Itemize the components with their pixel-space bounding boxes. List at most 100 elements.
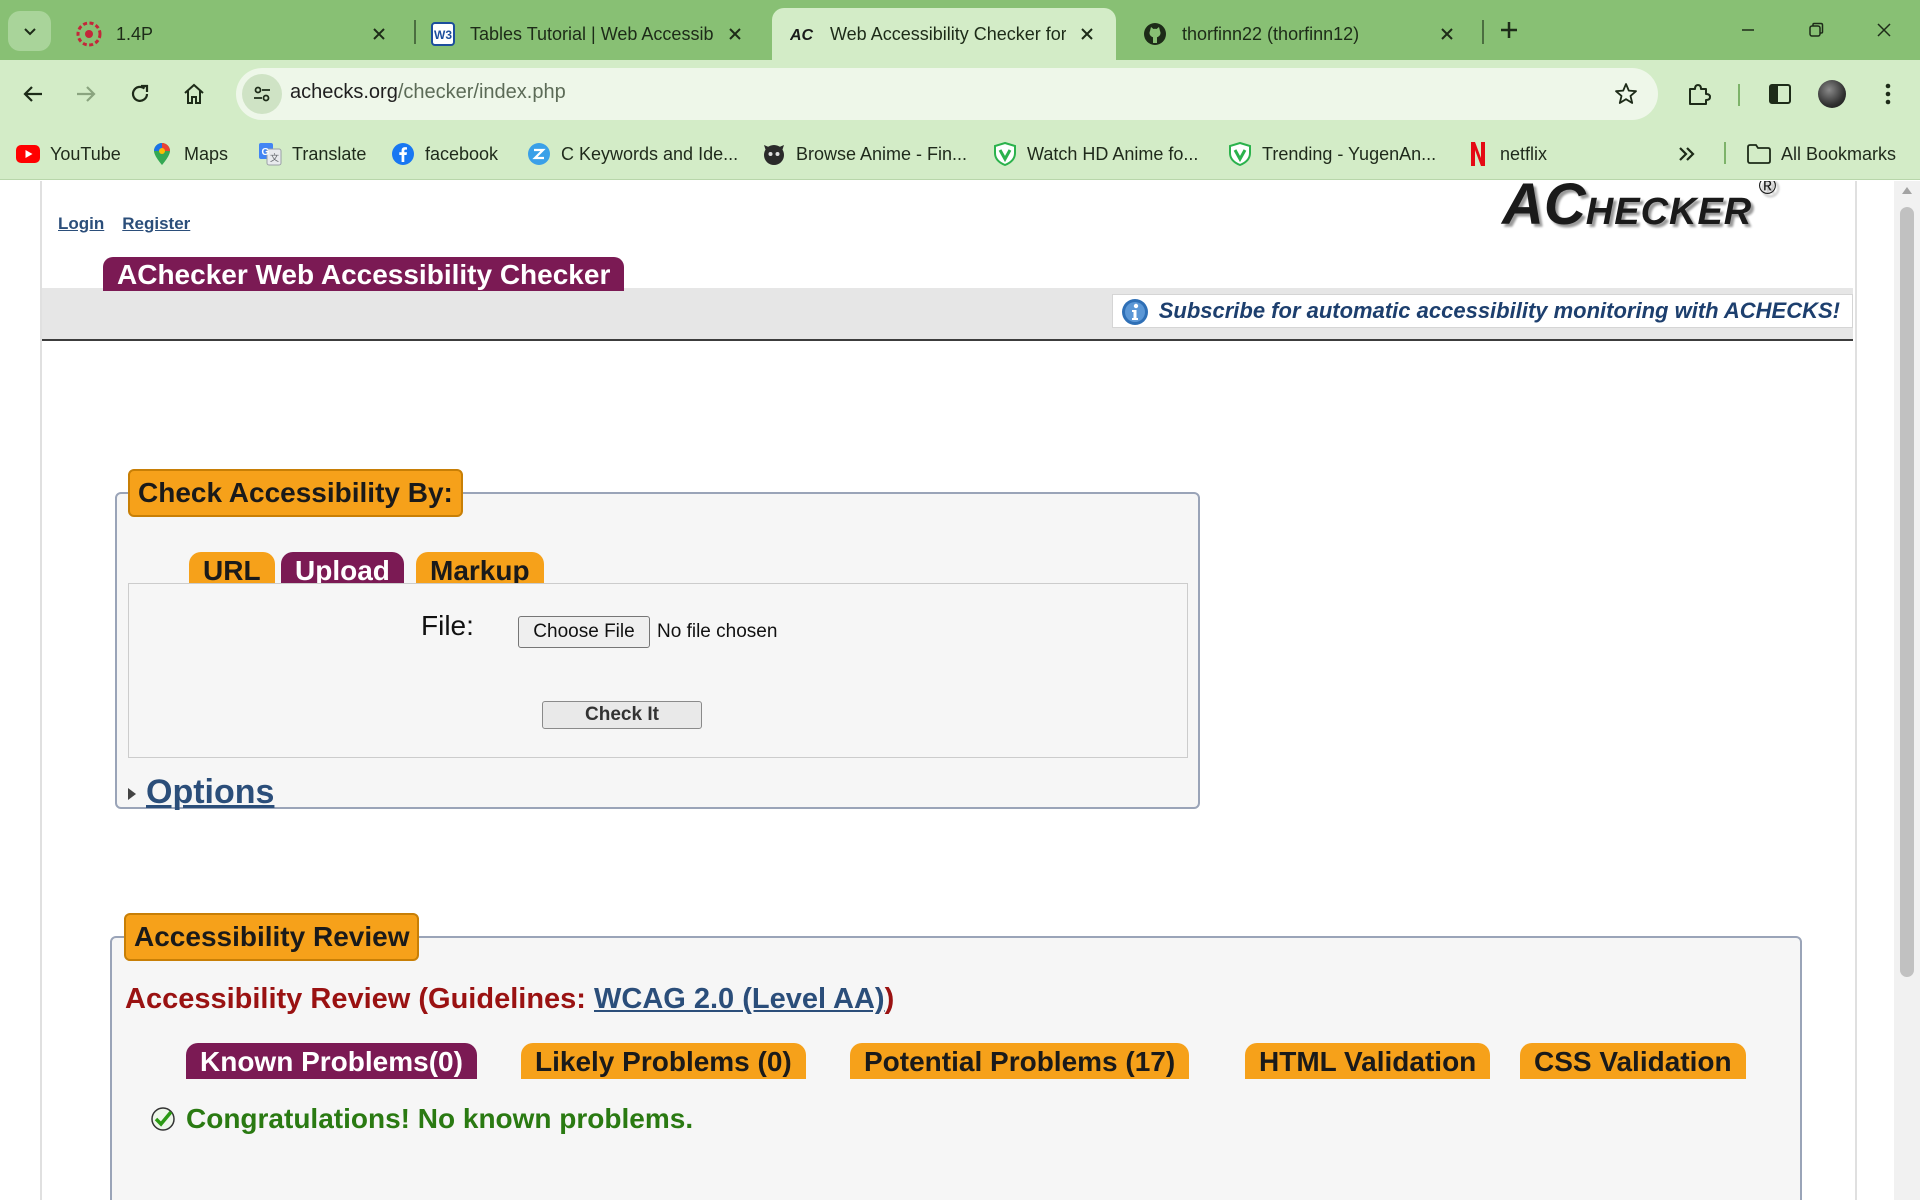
bookmark-label: facebook [425, 143, 499, 164]
bookmark-facebook[interactable]: facebook [391, 138, 498, 170]
bookmark-star-button[interactable] [1612, 80, 1640, 108]
review-heading: Accessibility Review (Guidelines: WCAG 2… [125, 983, 894, 1016]
forward-button[interactable] [66, 74, 106, 114]
tab-4[interactable]: thorfinn22 (thorfinn12) [1124, 8, 1476, 60]
folder-icon [1747, 142, 1771, 166]
close-icon[interactable] [1076, 23, 1098, 45]
tab-known-problems[interactable]: Known Problems(0) [186, 1043, 477, 1079]
file-status: No file chosen [657, 621, 778, 642]
bookmark-label: YouTube [50, 143, 121, 164]
guideline-link[interactable]: WCAG 2.0 (Level AA) [594, 983, 885, 1015]
bookmark-maps[interactable]: Maps [150, 138, 228, 170]
options-link[interactable]: Options [146, 773, 274, 811]
menu-button[interactable] [1868, 74, 1908, 114]
github-icon [1142, 21, 1168, 47]
star-icon [1615, 83, 1637, 104]
tab-search-button[interactable] [8, 11, 51, 51]
close-icon[interactable] [1436, 23, 1458, 45]
login-link[interactable]: Login [58, 214, 104, 233]
arrow-left-icon [23, 86, 42, 102]
home-icon [184, 83, 204, 104]
bookmark-c-keywords[interactable]: C Keywords and Ide... [527, 138, 738, 170]
minimize-button[interactable] [1728, 12, 1768, 48]
scroll-thumb[interactable] [1900, 207, 1914, 977]
minimize-icon [1742, 29, 1754, 31]
tab-html-validation[interactable]: HTML Validation [1245, 1043, 1491, 1079]
site-info-button[interactable] [242, 74, 282, 114]
auth-links: Login Register [58, 214, 208, 234]
back-button[interactable] [13, 74, 53, 114]
restore-button[interactable] [1796, 12, 1836, 48]
bookmark-youtube[interactable]: YouTube [16, 138, 121, 170]
tab-title: Web Accessibility Checker for W [830, 23, 1066, 44]
facebook-icon [391, 142, 415, 166]
tab-css-validation[interactable]: CSS Validation [1520, 1043, 1746, 1079]
bookmark-label: C Keywords and Ide... [561, 143, 739, 164]
subscribe-banner[interactable]: Subscribe for automatic accessibility mo… [1111, 294, 1853, 328]
bookmark-label: netflix [1500, 143, 1548, 164]
bookmark-translate[interactable]: G文 Translate [258, 138, 366, 170]
upload-panel: File: Choose File No file chosen Check I… [128, 583, 1188, 758]
address-bar[interactable]: achecks.org/checker/index.php [236, 68, 1658, 120]
extensions-button[interactable] [1679, 74, 1719, 114]
url-text[interactable]: achecks.org/checker/index.php [290, 81, 566, 104]
anime-site-icon [762, 142, 786, 166]
puzzle-icon [1689, 84, 1711, 105]
translate-icon: G文 [258, 142, 282, 166]
subscribe-text: Subscribe for automatic accessibility mo… [1158, 298, 1840, 323]
check-by-legend: Check Accessibility By: [128, 469, 463, 517]
bookmark-browse-anime[interactable]: Browse Anime - Fin... [762, 138, 967, 170]
bookmark-label: Trending - YugenAn... [1262, 143, 1437, 164]
all-bookmarks-button[interactable]: All Bookmarks [1747, 138, 1896, 170]
bookmark-label: Watch HD Anime fo... [1027, 143, 1199, 164]
close-icon [1877, 23, 1891, 37]
bookmarks-overflow-button[interactable] [1676, 138, 1696, 170]
logo-big-text: AC [1502, 181, 1586, 237]
tab-title: Tables Tutorial | Web Accessibility [470, 23, 714, 44]
site-title: AChecker Web Accessibility Checker [103, 257, 625, 291]
tab-title: 1.4P [116, 23, 154, 44]
bookmark-label: Browse Anime - Fin... [796, 143, 968, 164]
header-bar: Subscribe for automatic accessibility mo… [42, 288, 1853, 341]
bookmark-netflix[interactable]: netflix [1466, 138, 1547, 170]
double-chevron-right-icon [1679, 147, 1695, 161]
svg-text:G: G [262, 147, 270, 158]
svg-text:文: 文 [270, 152, 279, 163]
tab-3-active[interactable]: AC Web Accessibility Checker for W [772, 8, 1116, 60]
bookmark-watch-hd-anime[interactable]: Watch HD Anime fo... [993, 138, 1198, 170]
tab-title: thorfinn22 (thorfinn12) [1182, 23, 1360, 44]
register-link[interactable]: Register [122, 214, 190, 233]
w3c-icon: W3 [430, 21, 456, 47]
page-viewport: Login Register ACHECKER ® Subscribe for au… [0, 181, 1920, 1200]
tab-1[interactable]: 1.4P [58, 8, 408, 60]
profile-avatar[interactable] [1818, 80, 1846, 108]
choose-file-button[interactable]: Choose File [518, 616, 650, 648]
url-path: /checker/index.php [397, 81, 566, 103]
registered-mark: ® [1758, 181, 1776, 200]
bookmark-label: Maps [184, 143, 229, 164]
restore-icon [1809, 22, 1824, 37]
new-tab-button[interactable] [1493, 14, 1525, 46]
chevron-down-icon [23, 28, 36, 36]
tab-likely-problems[interactable]: Likely Problems (0) [521, 1043, 806, 1079]
options-toggle[interactable]: Options [128, 773, 274, 812]
close-icon[interactable] [368, 23, 390, 45]
check-it-button[interactable]: Check It [542, 701, 702, 729]
tab-potential-problems[interactable]: Potential Problems (17) [850, 1043, 1190, 1079]
youtube-icon [16, 142, 40, 166]
all-bookmarks-label: All Bookmarks [1781, 143, 1897, 164]
page-scrollbar[interactable] [1894, 181, 1920, 1200]
checkmark-icon [151, 1107, 175, 1131]
bookmark-trending-yugen[interactable]: Trending - YugenAn... [1228, 138, 1436, 170]
tab-2[interactable]: W3 Tables Tutorial | Web Accessibility [412, 8, 764, 60]
site-icon [527, 142, 551, 166]
bookmarks-separator [1724, 142, 1726, 164]
reload-button[interactable] [120, 74, 160, 114]
scroll-up-arrow-icon[interactable] [1902, 187, 1912, 194]
home-button[interactable] [174, 74, 214, 114]
close-icon[interactable] [724, 23, 746, 45]
svg-text:W3: W3 [434, 28, 452, 42]
triangle-right-icon [128, 788, 136, 801]
side-panel-button[interactable] [1760, 74, 1800, 114]
close-window-button[interactable] [1864, 12, 1904, 48]
